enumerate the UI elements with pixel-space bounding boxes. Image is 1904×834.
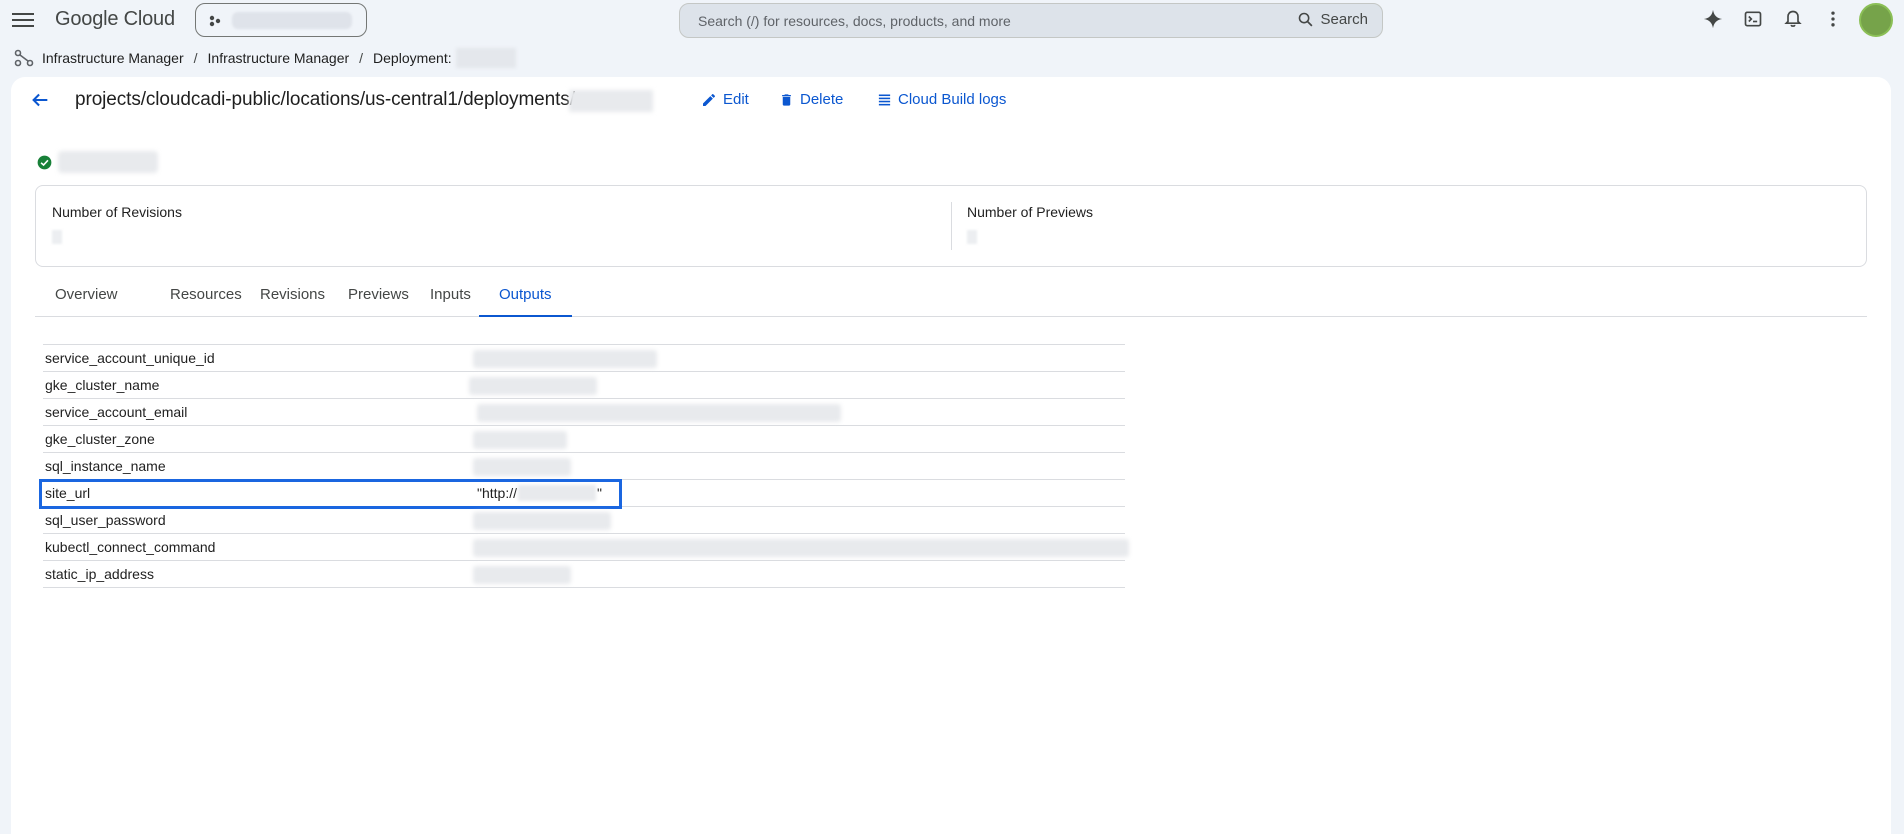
deployment-name-redacted [455,48,516,68]
table-row: gke_cluster_zone [43,426,1125,453]
output-value-redacted [473,566,571,584]
previews-metric: Number of Previews [967,204,1093,244]
deployment-state-redacted [58,151,158,173]
breadcrumb-separator: / [359,50,364,66]
table-row: kubectl_connect_command [43,534,1129,561]
revisions-metric: Number of Revisions [52,204,182,244]
tab-bar: Overview Resources Revisions Previews In… [35,283,1867,317]
deployment-id-redacted [569,90,653,112]
revisions-label: Number of Revisions [52,204,182,220]
metrics-panel: Number of Revisions Number of Previews [35,185,1867,267]
notifications-icon[interactable] [1780,6,1806,32]
output-value-redacted [469,377,597,395]
table-row: sql_instance_name [43,453,1125,480]
delete-icon [782,93,791,106]
output-value-redacted [473,458,571,476]
output-key: gke_cluster_name [45,377,160,393]
project-icon [209,15,221,27]
output-key: sql_instance_name [45,458,166,474]
search-button[interactable]: Search [1297,11,1368,28]
output-key: static_ip_address [45,566,154,582]
top-icons [1700,6,1846,32]
edit-button[interactable]: Edit [701,91,749,108]
deployment-status [37,151,158,173]
output-key: site_url [45,485,91,501]
project-picker[interactable] [195,3,367,37]
breadcrumb-item-infra-manager[interactable]: Infrastructure Manager [42,50,184,66]
table-row: service_account_unique_id [43,345,1125,372]
revisions-value-redacted [52,230,62,244]
delete-label: Delete [800,91,844,108]
breadcrumb-item-infra-manager-2[interactable]: Infrastructure Manager [208,50,350,66]
back-arrow-icon[interactable] [29,89,51,111]
tab-overview[interactable]: Overview [35,283,138,317]
output-key: service_account_unique_id [45,350,215,366]
page-title: projects/cloudcadi-public/locations/us-c… [75,89,575,110]
table-row-site-url: site_url "http:// " [39,479,1125,509]
delete-button[interactable]: Delete [779,91,843,108]
page-header: projects/cloudcadi-public/locations/us-c… [11,77,1891,125]
breadcrumb: Infrastructure Manager / Infrastructure … [14,48,516,68]
output-value-redacted [473,539,1129,557]
check-circle-icon [37,155,52,169]
tab-outputs[interactable]: Outputs [479,283,572,317]
breadcrumb-separator: / [193,50,198,66]
project-name-redacted [232,12,352,29]
outputs-table: service_account_unique_id gke_cluster_na… [39,344,1129,588]
output-key: kubectl_connect_command [45,539,216,555]
output-value-redacted [473,512,611,530]
metrics-divider [951,202,952,250]
output-value-redacted [477,404,841,422]
top-bar: Google Cloud Search (/) for resources, d… [0,0,1904,40]
table-row: gke_cluster_name [43,372,1125,399]
previews-value-redacted [967,230,977,244]
table-row: service_account_email [43,399,1125,426]
previews-label: Number of Previews [967,204,1094,220]
cloud-build-logs-label: Cloud Build logs [898,91,1007,108]
infrastructure-manager-icon [14,49,34,67]
output-key: service_account_email [45,404,188,420]
cloud-build-logs-button[interactable]: Cloud Build logs [877,91,1006,108]
search-icon [1299,12,1313,27]
cloud-shell-icon[interactable] [1740,6,1766,32]
site-url-prefix: "http:// [477,485,517,501]
table-row: static_ip_address [43,561,1125,588]
gemini-icon[interactable] [1700,6,1726,32]
google-cloud-logo[interactable]: Google Cloud [55,8,175,31]
table-row: sql_user_password [43,507,1125,534]
output-key: sql_user_password [45,512,166,528]
output-value-redacted [473,350,657,368]
edit-label: Edit [723,91,749,108]
edit-icon [703,93,715,106]
logs-icon [878,94,891,106]
search-button-label: Search [1320,11,1368,28]
search-bar[interactable]: Search (/) for resources, docs, products… [679,3,1383,38]
output-value-redacted [473,431,567,449]
more-vert-icon[interactable] [1820,6,1846,32]
breadcrumb-item-deployment: Deployment: [373,50,452,66]
main-card: projects/cloudcadi-public/locations/us-c… [11,77,1891,834]
avatar[interactable] [1859,3,1893,37]
site-url-suffix: " [597,485,602,501]
site-url-value: "http:// " [477,485,602,501]
menu-icon[interactable] [12,10,34,30]
site-url-host-redacted [518,485,596,501]
search-input[interactable]: Search (/) for resources, docs, products… [698,13,1011,29]
output-key: gke_cluster_zone [45,431,155,447]
